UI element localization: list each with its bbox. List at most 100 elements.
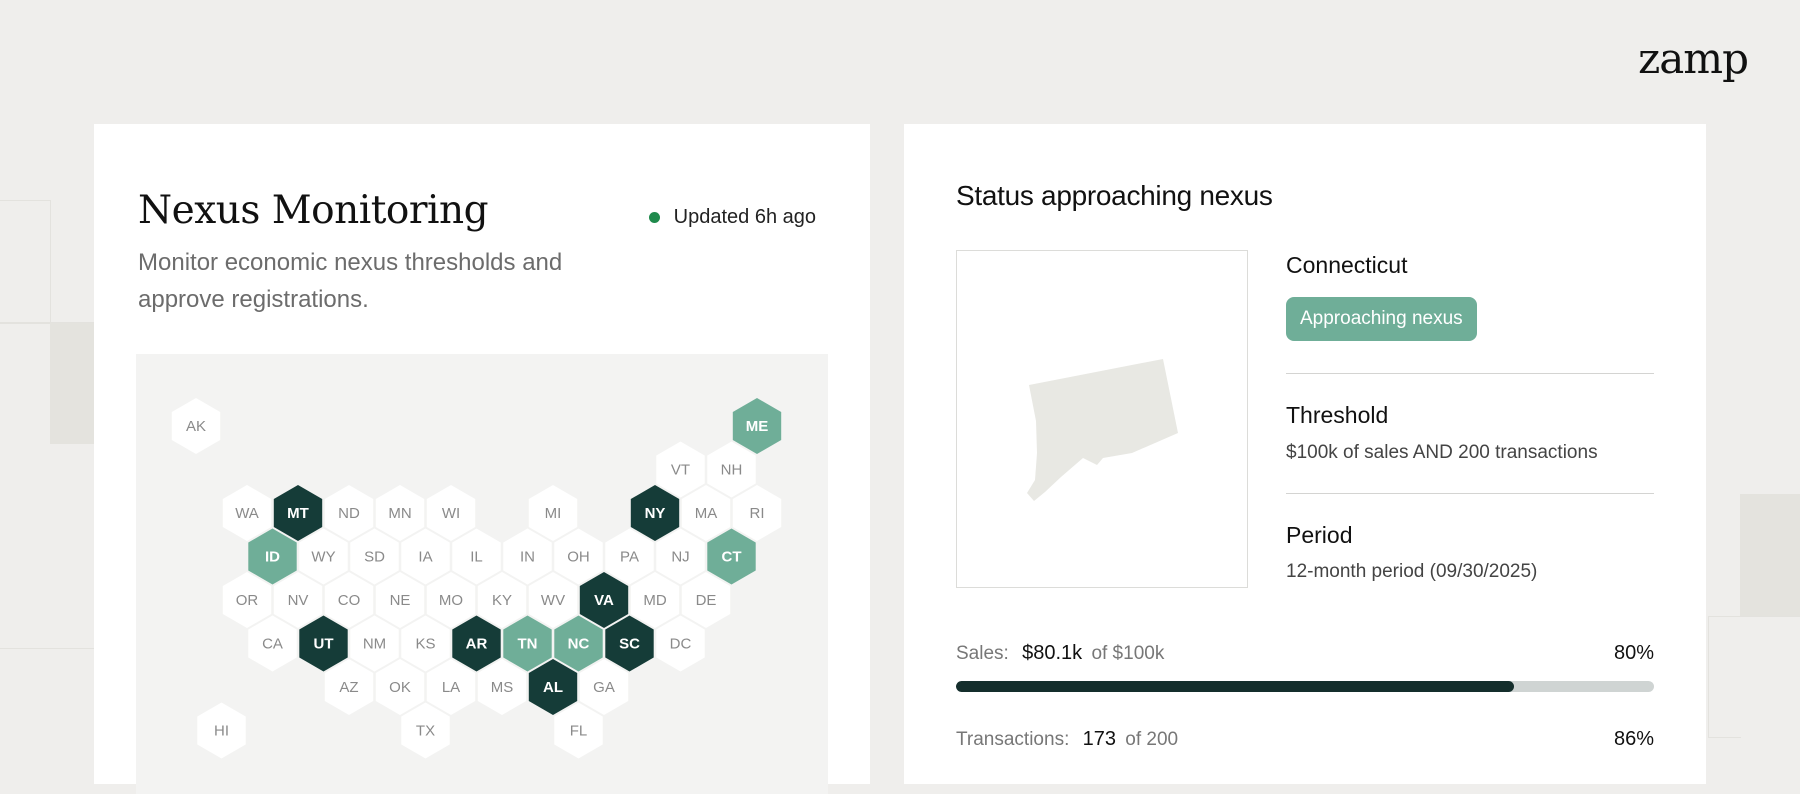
state-hex-al[interactable]: AL [528,659,578,715]
state-hex-label: WA [235,505,259,522]
state-hex-ks[interactable]: KS [401,615,450,672]
state-hex-md[interactable]: MD [630,572,680,628]
transactions-percent: 86% [1613,728,1654,750]
state-hex-ne[interactable]: NE [375,572,425,628]
state-hex-ut[interactable]: UT [299,615,348,672]
threshold-value: $100k of sales AND 200 transactions [1286,442,1598,463]
status-card: Status approaching nexus Connecticut App… [904,124,1706,784]
state-hex-label: MD [643,592,666,609]
state-hex-ok[interactable]: OK [375,659,425,715]
state-hex-label: AL [543,679,563,696]
state-hex-me[interactable]: ME [732,398,782,454]
state-hex-la[interactable]: LA [426,659,476,715]
divider [1286,373,1654,374]
state-hex-nd[interactable]: ND [324,485,374,541]
state-hex-wv[interactable]: WV [528,572,578,628]
state-hex-nm[interactable]: NM [350,615,399,672]
state-hex-nc[interactable]: NC [554,615,603,672]
state-hex-nh[interactable]: NH [707,441,756,498]
state-hex-label: NY [645,505,666,522]
state-hex-label: IL [470,549,483,566]
state-hex-or[interactable]: OR [222,572,272,628]
state-hex-label: ND [338,505,360,522]
state-hex-ct[interactable]: CT [707,528,756,585]
state-hex-de[interactable]: DE [681,572,731,628]
state-hex-nv[interactable]: NV [273,572,323,628]
state-hex-label: CO [338,592,361,609]
state-hex-pa[interactable]: PA [605,528,654,585]
state-hex-ak[interactable]: AK [171,398,221,454]
sales-progress-fill [956,681,1515,692]
state-hex-map: AK ME VT NH WA MT ND MN WI MI NY MA RI ID WY SD IA IL IN OH… [136,354,828,794]
state-hex-label: OH [567,549,590,566]
state-hex-ca[interactable]: CA [248,615,297,672]
state-hex-va[interactable]: VA [579,572,629,628]
transactions-limit: of 200 [1125,729,1179,750]
state-hex-sc[interactable]: SC [605,615,654,672]
state-hex-label: CT [722,549,742,566]
threshold-label: Threshold [1286,402,1389,428]
state-hex-in[interactable]: IN [503,528,552,585]
state-hex-label: OK [389,679,411,696]
state-hex-tx[interactable]: TX [401,702,450,759]
state-hex-co[interactable]: CO [324,572,374,628]
state-hex-mn[interactable]: MN [375,485,425,541]
state-hex-label: DE [696,592,717,609]
state-hex-label: UT [314,636,334,653]
state-hex-label: SD [364,549,385,566]
state-hex-label: ME [746,418,769,435]
state-hex-ny[interactable]: NY [630,485,680,541]
state-hex-label: IN [520,549,535,566]
state-hex-sd[interactable]: SD [350,528,399,585]
state-hex-label: NV [288,592,309,609]
state-hex-label: TN [518,636,538,653]
state-hex-nj[interactable]: NJ [656,528,705,585]
state-hex-id[interactable]: ID [248,528,297,585]
state-hex-label: NH [721,462,743,479]
state-hex-label: WI [442,505,460,522]
state-hex-label: MT [287,505,309,522]
state-hex-dc[interactable]: DC [656,615,705,672]
state-hex-tn[interactable]: TN [503,615,552,672]
state-hex-wy[interactable]: WY [299,528,348,585]
state-hex-label: AR [466,636,488,653]
state-hex-label: MS [491,679,514,696]
state-hex-ma[interactable]: MA [681,485,731,541]
decor-block [1708,616,1741,738]
state-hex-wi[interactable]: WI [426,485,476,541]
state-hex-ga[interactable]: GA [579,659,629,715]
state-hex-mt[interactable]: MT [273,485,323,541]
state-hex-label: OR [236,592,259,609]
state-hex-ky[interactable]: KY [477,572,527,628]
state-hex-oh[interactable]: OH [554,528,603,585]
status-dot-icon [648,212,660,223]
state-hex-label: AK [186,418,206,435]
state-hex-ia[interactable]: IA [401,528,450,585]
state-hex-il[interactable]: IL [452,528,501,585]
state-hex-label: HI [214,723,229,740]
connecticut-shape-icon [1027,359,1178,501]
state-hex-wa[interactable]: WA [222,485,272,541]
state-hex-ms[interactable]: MS [477,659,527,715]
state-hex-mo[interactable]: MO [426,572,476,628]
state-hex-label: DC [670,636,692,653]
state-hex-vt[interactable]: VT [656,441,705,498]
page-subtitle: Monitor economic nexus thresholds and ap… [138,249,563,313]
page-title: Nexus Monitoring [138,188,489,233]
state-hex-ri[interactable]: RI [732,485,782,541]
state-hex-label: NM [363,636,386,653]
state-hex-label: NC [568,636,590,653]
state-hex-fl[interactable]: FL [554,702,603,759]
state-hex-label: NJ [671,549,689,566]
state-hex-az[interactable]: AZ [324,659,374,715]
sales-percent: 80% [1613,642,1654,664]
state-hex-label: ID [265,549,280,566]
sales-limit: of $100k [1091,643,1165,664]
state-hex-label: KS [415,636,435,653]
state-hex-mi[interactable]: MI [528,485,578,541]
status-title: Status approaching nexus [956,180,1273,211]
sales-progress-bar [956,681,1654,692]
state-hex-hi[interactable]: HI [197,702,246,759]
state-hex-ar[interactable]: AR [452,615,501,672]
decor-block [1740,494,1800,616]
